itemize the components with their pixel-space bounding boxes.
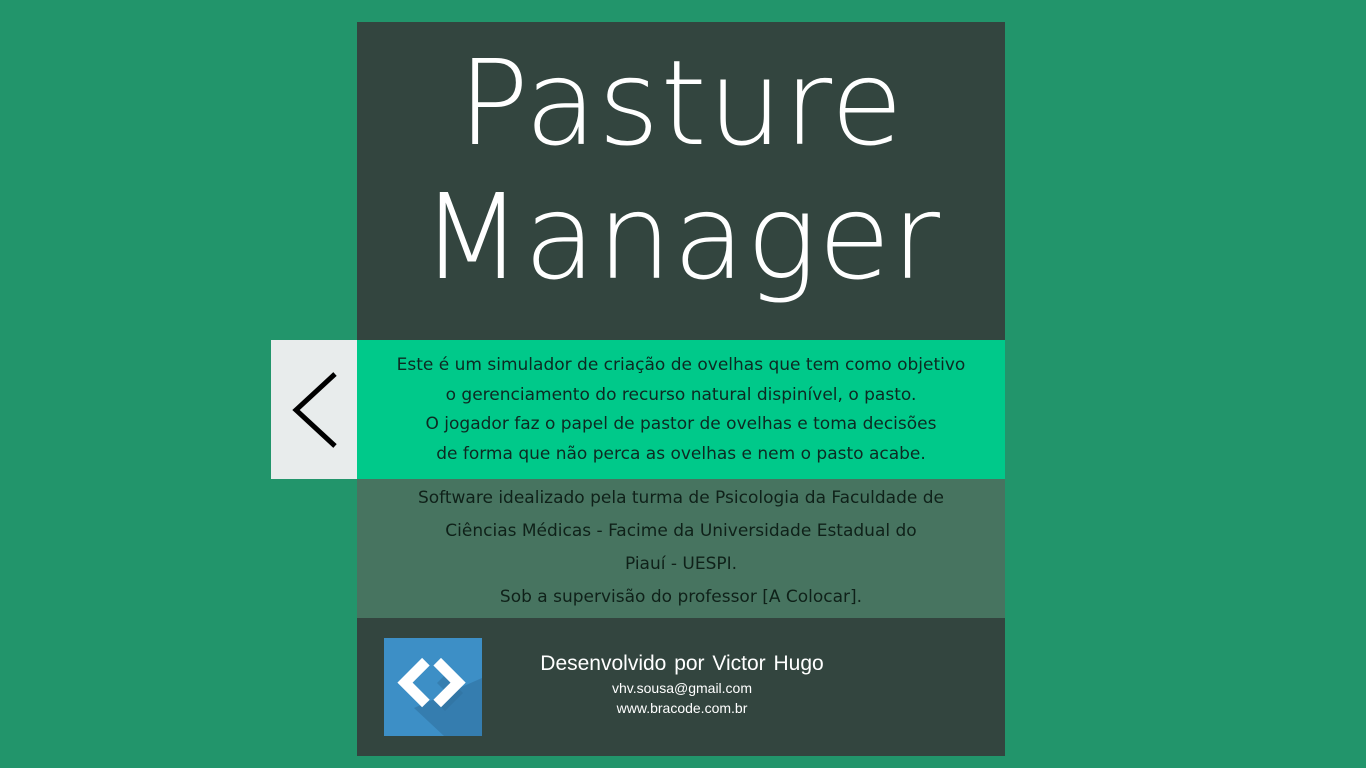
description-line-2: o gerenciamento do recurso natural dispi… — [445, 384, 917, 405]
credits-line-4: Sob a supervisão do professor [A Colocar… — [499, 587, 863, 607]
about-panel: Pasture Manager Este é um simulador de c… — [357, 22, 1005, 756]
chevron-left-icon — [292, 372, 337, 448]
credits-line-3: Piauí - UESPI. — [624, 554, 738, 574]
description-line-3: O jogador faz o papel de pastor de ovelh… — [425, 414, 937, 434]
app-title-block: Pasture Manager — [357, 22, 1005, 340]
credits-line-1: Software idealizado pela turma de Psicol… — [417, 488, 945, 508]
back-button[interactable] — [271, 340, 357, 479]
credits-block: Software idealizado pela turma de Psicol… — [357, 479, 1005, 618]
description-block: Este é um simulador de criação de ovelha… — [357, 340, 1005, 479]
app-title-line-1: Pasture — [457, 34, 905, 172]
app-title-line-2: Manager — [420, 168, 942, 306]
credits-line-2: Ciências Médicas - Facime da Universidad… — [445, 521, 917, 541]
developer-website: www.bracode.com.br — [616, 700, 748, 716]
description-line-4: de forma que não perca as ovelhas e nem … — [436, 443, 926, 464]
developer-email: vhv.sousa@gmail.com — [612, 680, 752, 696]
description-line-1: Este é um simulador de criação de ovelha… — [396, 355, 966, 375]
code-brackets-icon — [384, 638, 482, 736]
developer-name: Desenvolvido por Victor Hugo — [540, 652, 824, 675]
developer-info: Desenvolvido por Victor Hugo vhv.sousa@g… — [482, 650, 882, 718]
developer-block: Desenvolvido por Victor Hugo vhv.sousa@g… — [357, 618, 1005, 756]
